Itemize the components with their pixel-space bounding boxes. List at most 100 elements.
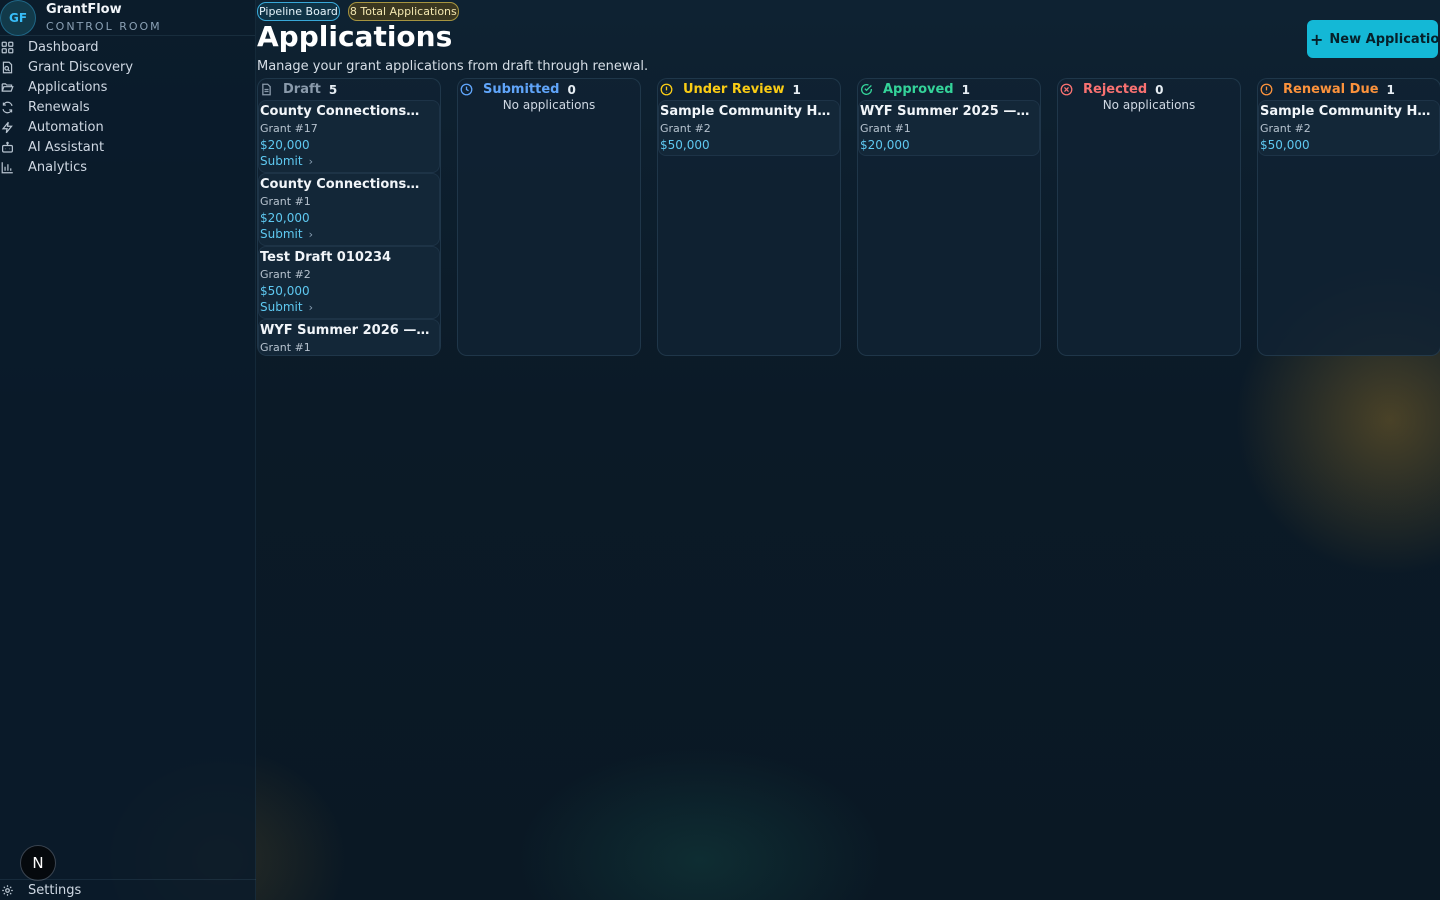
application-card[interactable]: WYF Summer 2026 —…Grant #1$20,000 (258, 319, 440, 355)
application-card[interactable]: Sample Community Healt… Grant #2 $50,000 (658, 100, 840, 156)
column-title: Draft (283, 82, 321, 97)
brand-subtitle: CONTROL ROOM (46, 19, 162, 33)
column-submitted: Submitted 0 No applications (457, 78, 641, 356)
sidebar-item-analytics[interactable]: Analytics (0, 157, 255, 177)
pipeline-board-pill[interactable]: Pipeline Board (257, 2, 340, 21)
submit-link[interactable]: Submit › (260, 226, 439, 243)
card-amount: $20,000 (260, 138, 310, 152)
new-application-button[interactable]: + New Application (1307, 20, 1438, 58)
column-header: Submitted 0 (458, 79, 640, 100)
column-under-review: Under Review 1 Sample Community Healt… Gran… (657, 78, 841, 356)
alert-circle-icon (660, 83, 683, 96)
column-title: Approved (883, 82, 954, 97)
sidebar-item-dashboard[interactable]: Dashboard (0, 37, 255, 57)
sidebar-nav: Dashboard Grant Discovery Applications R… (0, 37, 255, 177)
user-avatar[interactable]: N (20, 845, 56, 881)
column-title: Under Review (683, 82, 785, 97)
column-count: 1 (961, 82, 970, 97)
card-title: Sample Community Healt… (1260, 104, 1439, 119)
brand-logo[interactable]: GF (0, 0, 36, 36)
column-header: Rejected 0 (1058, 79, 1240, 100)
header-pills: Pipeline Board 8 Total Applications (257, 2, 459, 21)
sidebar-item-label: Grant Discovery (28, 59, 134, 75)
sidebar-item-renewals[interactable]: Renewals (0, 97, 255, 117)
sidebar-item-grant-discovery[interactable]: Grant Discovery (0, 57, 255, 77)
application-card[interactable]: County Connections… Grant #1 $20,000 Submit… (258, 173, 440, 246)
column-rejected: Rejected 0 No applications (1057, 78, 1241, 356)
gear-icon (0, 884, 28, 897)
card-grant: Grant #1 (260, 341, 311, 354)
sidebar-item-label: Automation (28, 119, 104, 135)
application-card[interactable]: Test Draft 010234 Grant #2 $50,000 Submit › (258, 246, 440, 319)
dashboard-grid-icon (0, 41, 28, 54)
column-count: 0 (1155, 82, 1164, 97)
column-count: 5 (328, 82, 338, 97)
alert-circle-icon (1260, 83, 1283, 96)
column-header: Approved 1 (858, 79, 1040, 100)
sidebar-item-applications[interactable]: Applications (0, 77, 255, 97)
column-header: Renewal Due 1 (1258, 79, 1440, 100)
card-title: WYF Summer 2025 —… (860, 104, 1030, 119)
clock-icon (460, 83, 483, 96)
submit-label: Submit (260, 154, 303, 168)
page-description: Manage your grant applications from draf… (257, 59, 649, 74)
new-application-label: New Application (1329, 31, 1438, 47)
column-count: 1 (1386, 82, 1395, 97)
document-search-icon (0, 61, 28, 74)
pipeline-board: Draft 5 County Connections… Grant #17 $20,00… (257, 78, 1440, 356)
card-amount: $20,000 (260, 211, 310, 225)
x-circle-icon (1060, 83, 1083, 96)
column-draft: Draft 5 County Connections… Grant #17 $20,00… (257, 78, 441, 356)
application-card[interactable]: WYF Summer 2025 —… Grant #1 $20,000 (858, 100, 1040, 156)
card-title: WYF Summer 2026 —… (260, 323, 430, 338)
card-amount: $20,000 (860, 138, 910, 152)
bar-chart-icon (0, 161, 28, 174)
page-title: Applications (257, 20, 453, 53)
card-grant: Grant #2 (1260, 122, 1311, 135)
column-count: 1 (792, 82, 801, 97)
card-amount: $50,000 (260, 284, 310, 298)
sidebar-item-automation[interactable]: Automation (0, 117, 255, 137)
column-count: 0 (567, 82, 576, 97)
total-applications-badge: 8 Total Applications (347, 2, 459, 21)
card-amount: $50,000 (660, 138, 710, 152)
column-title: Rejected (1083, 82, 1148, 97)
empty-state: No applications (502, 98, 596, 112)
sidebar-item-label: AI Assistant (28, 139, 105, 155)
card-grant: Grant #1 (860, 122, 911, 135)
sidebar-item-label: Applications (28, 79, 108, 95)
column-title: Submitted (483, 82, 560, 97)
card-grant: Grant #17 (260, 122, 318, 135)
card-title: County Connections… (260, 104, 420, 119)
sidebar: GF GrantFlow CONTROL ROOM Dashboard Gran… (0, 0, 256, 900)
empty-state: No applications (1102, 98, 1196, 112)
sidebar-item-ai-assistant[interactable]: AI Assistant (0, 137, 255, 157)
bot-icon (0, 141, 28, 154)
column-header: Draft 5 (258, 79, 440, 100)
folder-open-icon (0, 81, 28, 94)
sidebar-item-settings[interactable]: Settings (0, 879, 256, 900)
refresh-icon (0, 101, 28, 114)
column-approved: Approved 1 WYF Summer 2025 —… Grant #1 $20,0… (857, 78, 1041, 356)
card-grant: Grant #1 (260, 195, 311, 208)
sidebar-item-label: Dashboard (28, 39, 99, 55)
card-grant: Grant #2 (260, 268, 311, 281)
card-title: Test Draft 010234 (260, 250, 392, 265)
application-card[interactable]: County Connections… Grant #17 $20,000 Submi… (258, 100, 440, 173)
brand-name: GrantFlow (46, 1, 122, 17)
card-title: County Connections… (260, 177, 420, 192)
lightning-icon (0, 121, 28, 134)
card-amount: $50,000 (1260, 138, 1310, 152)
submit-link[interactable]: Submit › (260, 299, 439, 316)
settings-label: Settings (28, 882, 82, 898)
column-title: Renewal Due (1283, 82, 1379, 97)
card-grant: Grant #2 (660, 122, 711, 135)
check-circle-icon (860, 83, 883, 96)
sidebar-item-label: Analytics (28, 159, 88, 175)
main-content: Pipeline Board 8 Total Applications Appl… (257, 0, 1440, 900)
sidebar-item-label: Renewals (28, 99, 90, 115)
submit-link[interactable]: Submit › (260, 153, 439, 170)
chevron-right-icon: › (308, 301, 313, 314)
column-header: Under Review 1 (658, 79, 840, 100)
application-card[interactable]: Sample Community Healt… Grant #2 $50,000 (1258, 100, 1440, 156)
